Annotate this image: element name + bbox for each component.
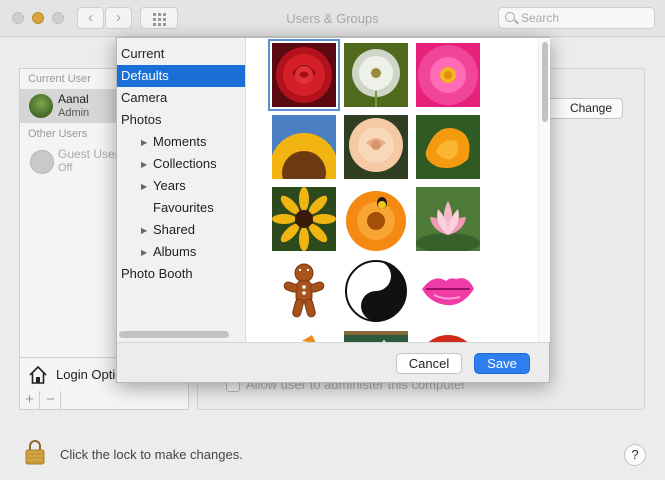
disclosure-triangle-icon[interactable]: ▶ — [141, 132, 153, 154]
image-yin-yang[interactable] — [344, 259, 408, 323]
guest-avatar-icon — [30, 150, 54, 174]
image-gingerbread-man[interactable] — [272, 259, 336, 323]
other-users-header: Other Users — [28, 128, 88, 140]
sidebar-item-albums[interactable]: ▶ Albums — [117, 241, 245, 264]
image-chalkboard[interactable] — [344, 331, 408, 342]
sidebar-item-label: Years — [153, 178, 186, 193]
titlebar: ‹ › Users & Groups Search — [0, 0, 665, 37]
sidebar-item-label: Favourites — [153, 200, 214, 215]
sidebar-item-label: Camera — [121, 90, 168, 105]
remove-user-button[interactable]: − — [41, 391, 61, 410]
guest-name: Guest User — [58, 147, 119, 161]
search-icon — [505, 12, 515, 22]
sidebar-item-label: Moments — [153, 134, 207, 149]
sidebar-horizontal-scrollbar[interactable] — [119, 331, 229, 338]
sidebar-item-label: Current — [121, 46, 165, 61]
image-lips[interactable] — [416, 259, 480, 323]
help-button[interactable]: ? — [624, 444, 646, 466]
search-placeholder: Search — [521, 11, 560, 25]
image-orange-poppy[interactable] — [416, 115, 480, 179]
image-partial[interactable] — [272, 331, 336, 342]
sidebar-item-label: Photo Booth — [121, 266, 193, 281]
back-button[interactable]: ‹ — [77, 7, 104, 29]
sidebar-item-label: Shared — [153, 222, 195, 237]
lock-icon[interactable] — [24, 439, 46, 465]
picture-picker-sheet: Current Defaults Camera Photos ▶ Moments ▶ Coll… — [116, 37, 550, 383]
add-user-button[interactable]: + — [20, 391, 40, 410]
chevron-right-icon: › — [116, 9, 121, 26]
image-dandelion[interactable] — [344, 43, 408, 107]
forward-button[interactable]: › — [105, 7, 132, 29]
current-user-header: Current User — [28, 73, 91, 85]
sidebar-item-years[interactable]: ▶ Years — [117, 175, 245, 198]
disclosure-triangle-icon[interactable]: ▶ — [141, 242, 153, 264]
change-password-button[interactable]: Change Password... — [539, 98, 623, 119]
image-pink-dahlia[interactable] — [416, 43, 480, 107]
sidebar-item-label: Albums — [153, 244, 197, 259]
sidebar-item-label: Defaults — [121, 68, 169, 83]
sidebar-item-label: Collections — [153, 156, 217, 171]
chevron-left-icon: ‹ — [88, 9, 93, 26]
user-avatar — [29, 94, 53, 118]
user-role: Admin — [58, 107, 90, 119]
image-lotus[interactable] — [416, 187, 480, 251]
sidebar-item-defaults[interactable]: Defaults — [117, 65, 245, 87]
window-title: Users & Groups — [286, 11, 379, 26]
sidebar-item-shared[interactable]: ▶ Shared — [117, 219, 245, 242]
disclosure-triangle-icon[interactable]: ▶ — [141, 220, 153, 242]
image-grid — [247, 38, 538, 342]
image-peach-rose[interactable] — [344, 115, 408, 179]
image-red-rose[interactable] — [268, 39, 340, 111]
sidebar-item-current[interactable]: Current — [117, 43, 245, 65]
image-sunflower[interactable] — [272, 115, 336, 179]
close-window-button[interactable] — [12, 12, 24, 24]
sidebar-item-photos[interactable]: Photos — [117, 109, 245, 131]
show-all-button[interactable] — [140, 7, 178, 29]
scroll-thumb[interactable] — [542, 42, 548, 122]
user-name: Aanal — [58, 92, 89, 106]
cancel-button[interactable]: Cancel — [396, 353, 462, 374]
guest-status: Off — [58, 162, 73, 174]
save-button[interactable]: Save — [474, 353, 530, 374]
house-icon — [29, 365, 47, 384]
picker-footer: Cancel Save — [117, 342, 549, 382]
search-input[interactable]: Search — [498, 7, 655, 29]
sidebar-item-favourites[interactable]: Favourites — [117, 197, 245, 219]
grid-vertical-scrollbar[interactable] — [538, 38, 550, 342]
disclosure-triangle-icon[interactable]: ▶ — [141, 176, 153, 198]
zoom-window-button[interactable] — [52, 12, 64, 24]
picker-sidebar: Current Defaults Camera Photos ▶ Moments ▶ Coll… — [117, 38, 246, 342]
lock-message: Click the lock to make changes. — [60, 447, 243, 462]
sidebar-item-camera[interactable]: Camera — [117, 87, 245, 109]
image-gold-medal[interactable] — [416, 331, 480, 342]
sidebar-item-moments[interactable]: ▶ Moments — [117, 131, 245, 154]
sidebar-item-label: Photos — [121, 112, 162, 127]
disclosure-triangle-icon[interactable]: ▶ — [141, 154, 153, 176]
sidebar-item-photo-booth[interactable]: Photo Booth — [117, 263, 245, 285]
minimize-window-button[interactable] — [32, 12, 44, 24]
image-black-eyed-susan[interactable] — [272, 187, 336, 251]
image-orange-gerbera-ladybug[interactable] — [344, 187, 408, 251]
sidebar-item-collections[interactable]: ▶ Collections — [117, 153, 245, 176]
